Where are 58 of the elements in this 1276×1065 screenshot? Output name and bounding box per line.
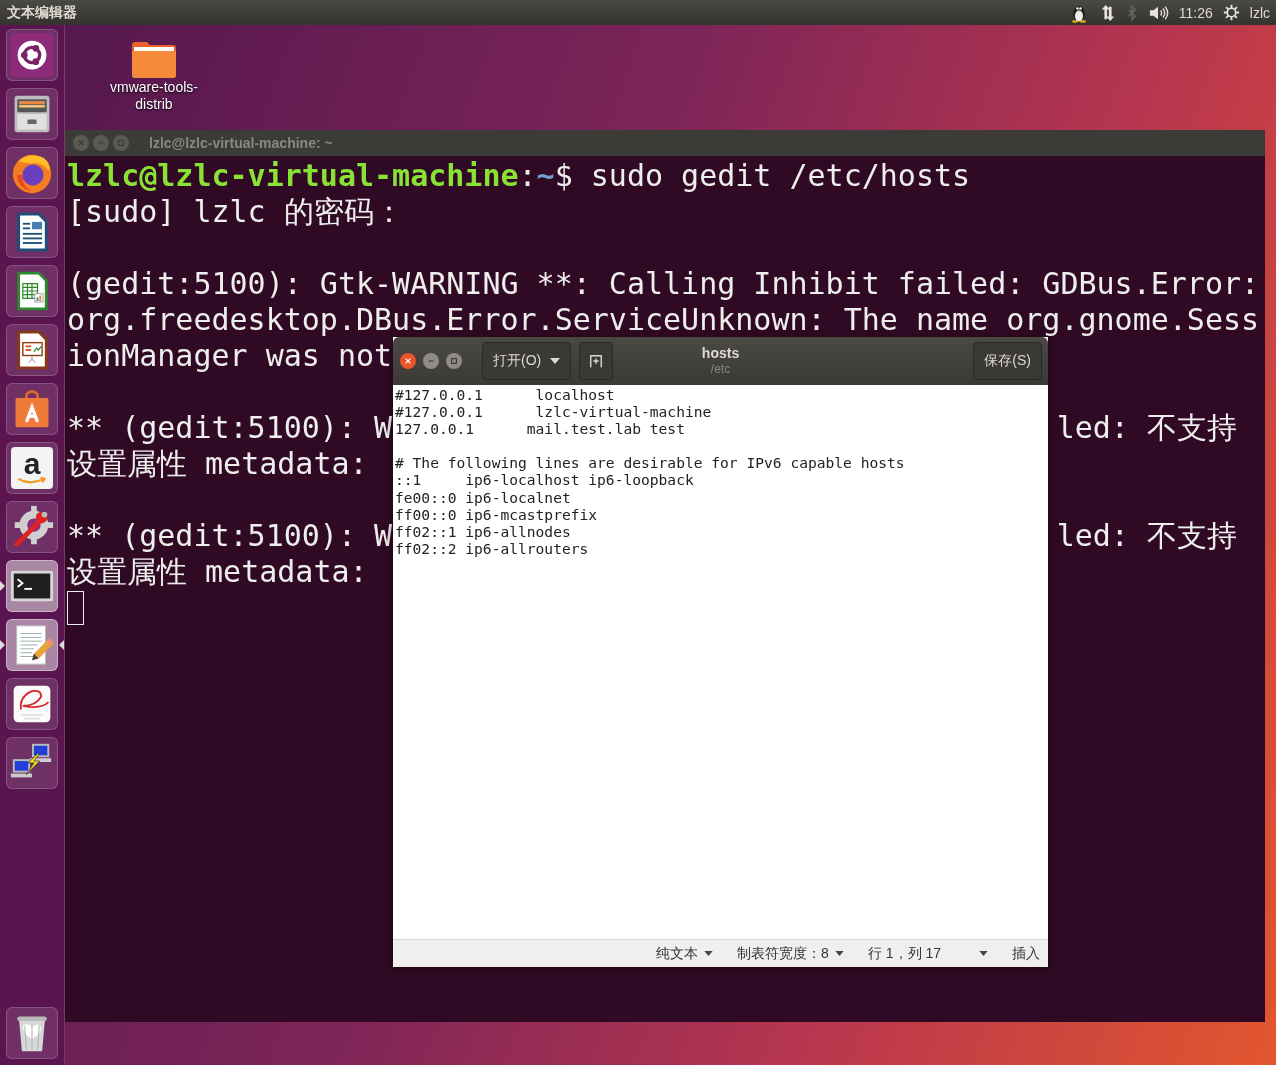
prompt-user: lzlc@lzlc-virtual-machine xyxy=(67,158,519,194)
launcher-item[interactable] xyxy=(6,147,58,199)
launcher-item[interactable] xyxy=(6,206,58,258)
close-icon xyxy=(404,357,412,365)
terminal-output: led: 不支持 xyxy=(1056,518,1237,554)
settings-icon[interactable] xyxy=(1222,4,1240,21)
open-button[interactable]: 打开(O) xyxy=(482,342,572,380)
terminal-cursor xyxy=(67,591,84,625)
minimize-button[interactable] xyxy=(423,353,439,369)
terminal-command: $ sudo gedit /etc/hosts xyxy=(554,158,971,194)
terminal-output: led: 不支持 xyxy=(1056,410,1237,446)
new-tab-icon xyxy=(589,354,604,368)
folder-icon[interactable] xyxy=(130,39,178,79)
terminal-output: ionManager was not xyxy=(67,338,393,374)
file-content: #127.0.0.1 localhost #127.0.0.1 lzlc-virtual-machine 127.0.0.1 mail.test.lab test # The following lines are desirable for IPv6 capable hosts ::1 ip6-localhost ip6-loopback fe00::0 ip6-localnet ff00::0 ip6-mcastprefix ff02::1 ip6-allnodes ff02::2 ip6-allrouters xyxy=(395,386,906,557)
maximize-icon xyxy=(450,357,458,365)
user-name[interactable]: lzlc xyxy=(1249,4,1270,21)
prompt-separator: : xyxy=(518,158,537,194)
save-button[interactable]: 保存(S) xyxy=(973,342,1042,380)
caret-icon[interactable] xyxy=(979,951,988,956)
terminal-output: [sudo] lzlc 的密码： xyxy=(67,194,404,230)
maximize-icon xyxy=(117,139,125,147)
window-title: lzlc@lzlc-virtual-machine: ~ xyxy=(149,135,333,151)
folder-label[interactable]: vmware-tools-distrib xyxy=(104,79,204,113)
document-path: /etc xyxy=(710,362,731,376)
terminal-output: ** (gedit:5100): W xyxy=(67,410,393,446)
terminal-output: org.freedesktop.DBus.Error.ServiceUnknown: The name org.gnome.Sess xyxy=(67,302,1260,338)
tab-width-selector[interactable]: 制表符宽度：8 xyxy=(737,944,844,963)
terminal-output: (gedit:5100): Gtk-WARNING **: Calling Inhibit failed: GDBus.Error: xyxy=(67,266,1260,302)
caret-icon xyxy=(704,951,714,956)
minimize-icon xyxy=(427,357,435,365)
clock[interactable]: 11:26 xyxy=(1178,4,1213,21)
launcher-item[interactable] xyxy=(6,383,58,435)
launcher-item[interactable] xyxy=(6,1007,58,1059)
language-selector[interactable]: 纯文本 xyxy=(656,944,714,963)
launcher-item[interactable] xyxy=(6,324,58,376)
insert-mode: 插入 xyxy=(1012,944,1040,963)
launcher-item[interactable] xyxy=(6,265,58,317)
terminal-output: ** (gedit:5100): W xyxy=(67,518,393,554)
launcher-item[interactable] xyxy=(6,560,58,612)
launcher-item[interactable] xyxy=(6,88,58,140)
launcher-item[interactable] xyxy=(6,29,58,81)
caret-icon xyxy=(834,951,844,956)
close-icon xyxy=(77,139,85,147)
terminal-output: 设置属性 metadata: xyxy=(67,446,368,482)
new-tab-button[interactable] xyxy=(579,342,614,380)
ubuntu-logo-icon xyxy=(9,32,55,78)
launcher-item[interactable] xyxy=(6,737,58,789)
prompt-path: ~ xyxy=(536,158,555,194)
cursor-position: 行 1，列 17 xyxy=(867,944,941,963)
app-name: 文本编辑器 xyxy=(7,3,77,22)
launcher-item[interactable] xyxy=(6,678,58,730)
launcher-item[interactable] xyxy=(6,501,58,553)
caret-icon xyxy=(550,358,561,364)
terminal-output: 设置属性 metadata: xyxy=(67,554,368,590)
close-button[interactable] xyxy=(400,353,416,369)
document-title: hosts xyxy=(701,345,740,362)
maximize-button[interactable] xyxy=(446,353,462,369)
